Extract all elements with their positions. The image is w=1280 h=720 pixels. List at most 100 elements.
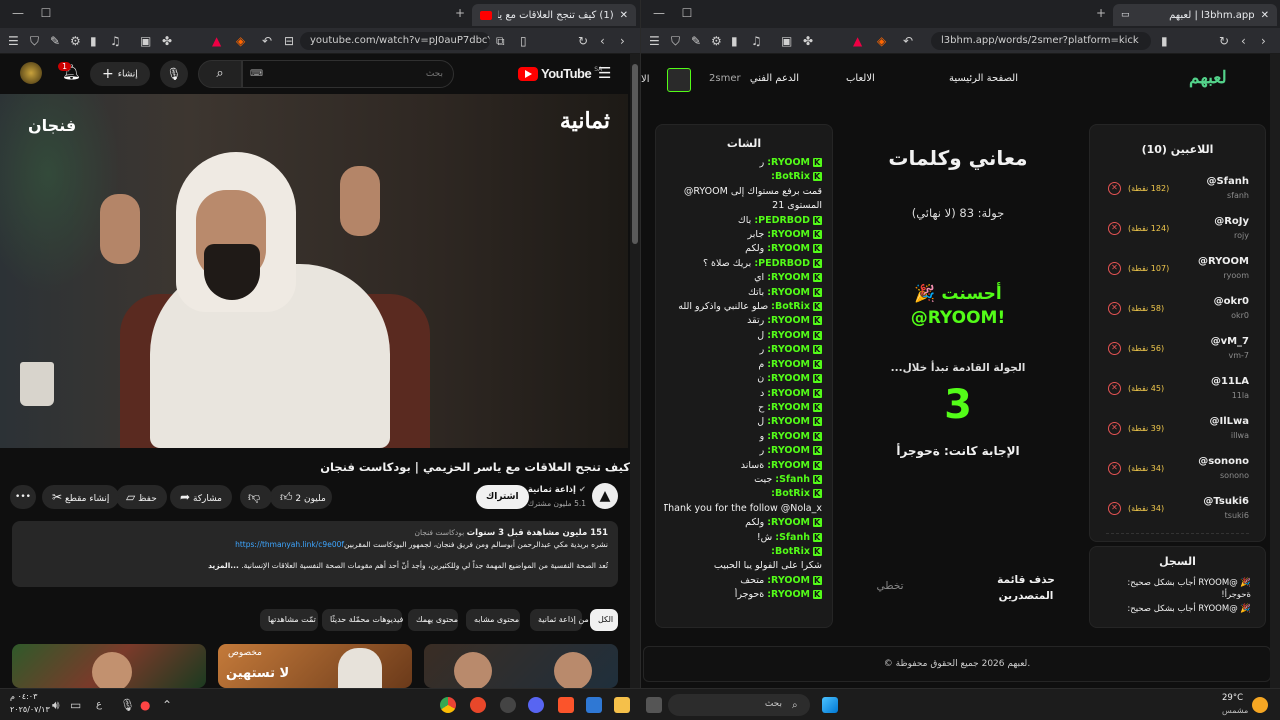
microphone-icon[interactable]: 🎙︎ <box>120 698 135 712</box>
like-button[interactable]: 👍︎ 2 مليون <box>270 485 332 509</box>
chat-username[interactable]: BotRix <box>775 301 810 312</box>
youtube-avatar[interactable] <box>20 62 42 84</box>
remove-player-icon[interactable]: ✕ <box>1108 182 1121 195</box>
discord-icon[interactable] <box>528 697 544 713</box>
search-button[interactable]: ⌕ <box>198 60 242 88</box>
chat-username[interactable]: RYOOM <box>771 416 810 427</box>
scrollbar-thumb[interactable] <box>632 64 638 244</box>
menu-icon[interactable]: ☰ <box>8 34 19 48</box>
minimize-button[interactable]: — <box>10 6 26 20</box>
share-url-icon[interactable]: ⧉ <box>496 34 505 48</box>
filter-chip[interactable]: محتوى يهمك <box>408 609 458 631</box>
volume-icon[interactable]: 🔊︎ <box>52 698 60 712</box>
back-history-icon[interactable]: ↶ <box>262 34 272 48</box>
chat-username[interactable]: RYOOM <box>771 460 810 471</box>
share-button[interactable]: ➦ مشاركة <box>170 485 232 509</box>
shield-icon[interactable]: ⛉ <box>30 34 39 48</box>
description-box[interactable]: 151 مليون مشاهدة قبل 3 سنوات بودكاست فنج… <box>12 521 618 587</box>
filter-chip[interactable]: من إذاعة ثمانية <box>530 609 589 631</box>
chat-username[interactable]: RYOOM <box>771 272 810 283</box>
chat-username[interactable]: RYOOM <box>771 315 810 326</box>
task-view-icon[interactable] <box>646 697 662 713</box>
screenshot-icon[interactable]: ▣ <box>781 34 792 48</box>
chat-username[interactable]: PEDRBOD <box>758 215 810 226</box>
shield-icon[interactable]: ⛉ <box>671 34 680 48</box>
chat-username[interactable]: RYOOM <box>771 287 810 298</box>
site-logo[interactable]: لعبهم <box>1189 68 1227 88</box>
remove-player-icon[interactable]: ✕ <box>1108 422 1121 435</box>
more-actions-button[interactable]: ••• <box>10 485 36 509</box>
search-input[interactable]: بحث <box>242 60 454 88</box>
chat-username[interactable]: BotRix <box>775 488 810 499</box>
close-tab-icon[interactable]: ✕ <box>620 10 628 21</box>
youtube-logo[interactable]: YouTube SA <box>518 66 602 81</box>
skip-button[interactable]: تخطي <box>855 580 925 592</box>
delete-leaderboard-button[interactable]: حذف قائمة المتصدرين <box>981 572 1071 604</box>
filter-chip[interactable]: محتوى مشابه <box>466 609 520 631</box>
filter-chip[interactable]: الكل <box>590 609 618 631</box>
puzzle-icon[interactable]: ✤ <box>162 34 172 48</box>
filter-chip[interactable]: تمّت مشاهدتها <box>260 609 318 631</box>
dislike-button[interactable]: 👎︎ <box>240 485 272 509</box>
scrollbar-thumb[interactable] <box>1272 54 1278 614</box>
settings-icon[interactable]: ⚙ <box>70 34 81 48</box>
keyboard-icon[interactable]: ⌨ <box>250 69 263 79</box>
chat-username[interactable]: RYOOM <box>771 157 810 168</box>
chat-username[interactable]: RYOOM <box>771 575 810 586</box>
tab-youtube[interactable]: ✕ (1) كيف تنجح العلاقات مع ياسر ... <box>472 4 636 26</box>
show-more-link[interactable]: ...المزيد <box>208 561 239 570</box>
app-icon[interactable] <box>500 697 516 713</box>
chat-username[interactable]: RYOOM <box>771 330 810 341</box>
url-field[interactable]: youtube.com/watch?v=pJ0auP7dbcY&t=8... <box>300 32 490 50</box>
remove-player-icon[interactable]: ✕ <box>1108 462 1121 475</box>
user-avatar[interactable] <box>667 68 691 92</box>
network-icon[interactable]: ▭ <box>70 698 81 712</box>
chat-username[interactable]: RYOOM <box>771 243 810 254</box>
bookmark-icon[interactable]: ▮ <box>1161 34 1168 48</box>
subscribe-button[interactable]: اشتراك <box>476 485 529 509</box>
brave-shield-icon[interactable]: ◈ <box>877 34 886 48</box>
weather-sun-icon[interactable] <box>1252 697 1268 713</box>
save-button[interactable]: ▱ حفظ <box>116 485 167 509</box>
nav-home[interactable]: الصفحة الرئيسية <box>949 73 1018 84</box>
chat-username[interactable]: Sfanh <box>779 532 810 543</box>
file-explorer-icon[interactable] <box>614 697 630 713</box>
weather-text[interactable]: مشمس <box>1222 706 1248 715</box>
tab-l3bhm[interactable]: ✕ l3bhm.app | لعبهم ▭ <box>1113 4 1277 26</box>
back-icon[interactable]: ‹ <box>600 34 605 48</box>
back-history-icon[interactable]: ↶ <box>903 34 913 48</box>
tray-chevron-icon[interactable]: ⌃ <box>162 698 172 712</box>
new-tab-button[interactable]: + <box>452 6 468 20</box>
chat-username[interactable]: Sfanh <box>779 474 810 485</box>
music-icon[interactable]: ♫ <box>751 34 762 48</box>
maximize-button[interactable]: ☐ <box>38 6 54 20</box>
filter-chip[interactable]: فيديوهات محمّلة حديثًا <box>322 609 403 631</box>
taskbar-search[interactable]: بحث <box>668 694 810 716</box>
extension-icon[interactable]: ✎ <box>691 34 701 48</box>
chat-username[interactable]: BotRix <box>775 546 810 557</box>
chat-username[interactable]: RYOOM <box>771 431 810 442</box>
chat-username[interactable]: RYOOM <box>771 445 810 456</box>
chat-username[interactable]: RYOOM <box>771 373 810 384</box>
recommended-thumbnail[interactable] <box>12 644 206 688</box>
brave-shield-icon[interactable]: ◈ <box>236 34 245 48</box>
brave-rewards-icon[interactable]: ▲ <box>212 34 221 48</box>
chat-username[interactable]: RYOOM <box>771 402 810 413</box>
screenshot-icon[interactable]: ▣ <box>140 34 151 48</box>
voice-search-button[interactable]: 🎙︎ <box>160 60 188 88</box>
bookmark-icon[interactable]: ▯ <box>520 34 527 48</box>
forward-icon[interactable]: › <box>1261 34 1266 48</box>
nav-games[interactable]: الالعاب <box>846 73 875 84</box>
chat-username[interactable]: RYOOM <box>771 388 810 399</box>
chrome-icon[interactable] <box>440 697 456 713</box>
maximize-button[interactable]: ☐ <box>679 6 695 20</box>
remove-player-icon[interactable]: ✕ <box>1108 502 1121 515</box>
reload-icon[interactable]: ↻ <box>578 34 588 48</box>
nav-support[interactable]: الدعم الفني <box>729 73 799 84</box>
menu-icon[interactable]: ☰ <box>649 34 660 48</box>
settings-icon[interactable]: ⚙ <box>711 34 722 48</box>
remove-player-icon[interactable]: ✕ <box>1108 262 1121 275</box>
chat-username[interactable]: RYOOM <box>771 517 810 528</box>
chat-username[interactable]: BotRix <box>775 171 810 182</box>
video-player[interactable]: ثمانية فنجان <box>0 94 628 448</box>
